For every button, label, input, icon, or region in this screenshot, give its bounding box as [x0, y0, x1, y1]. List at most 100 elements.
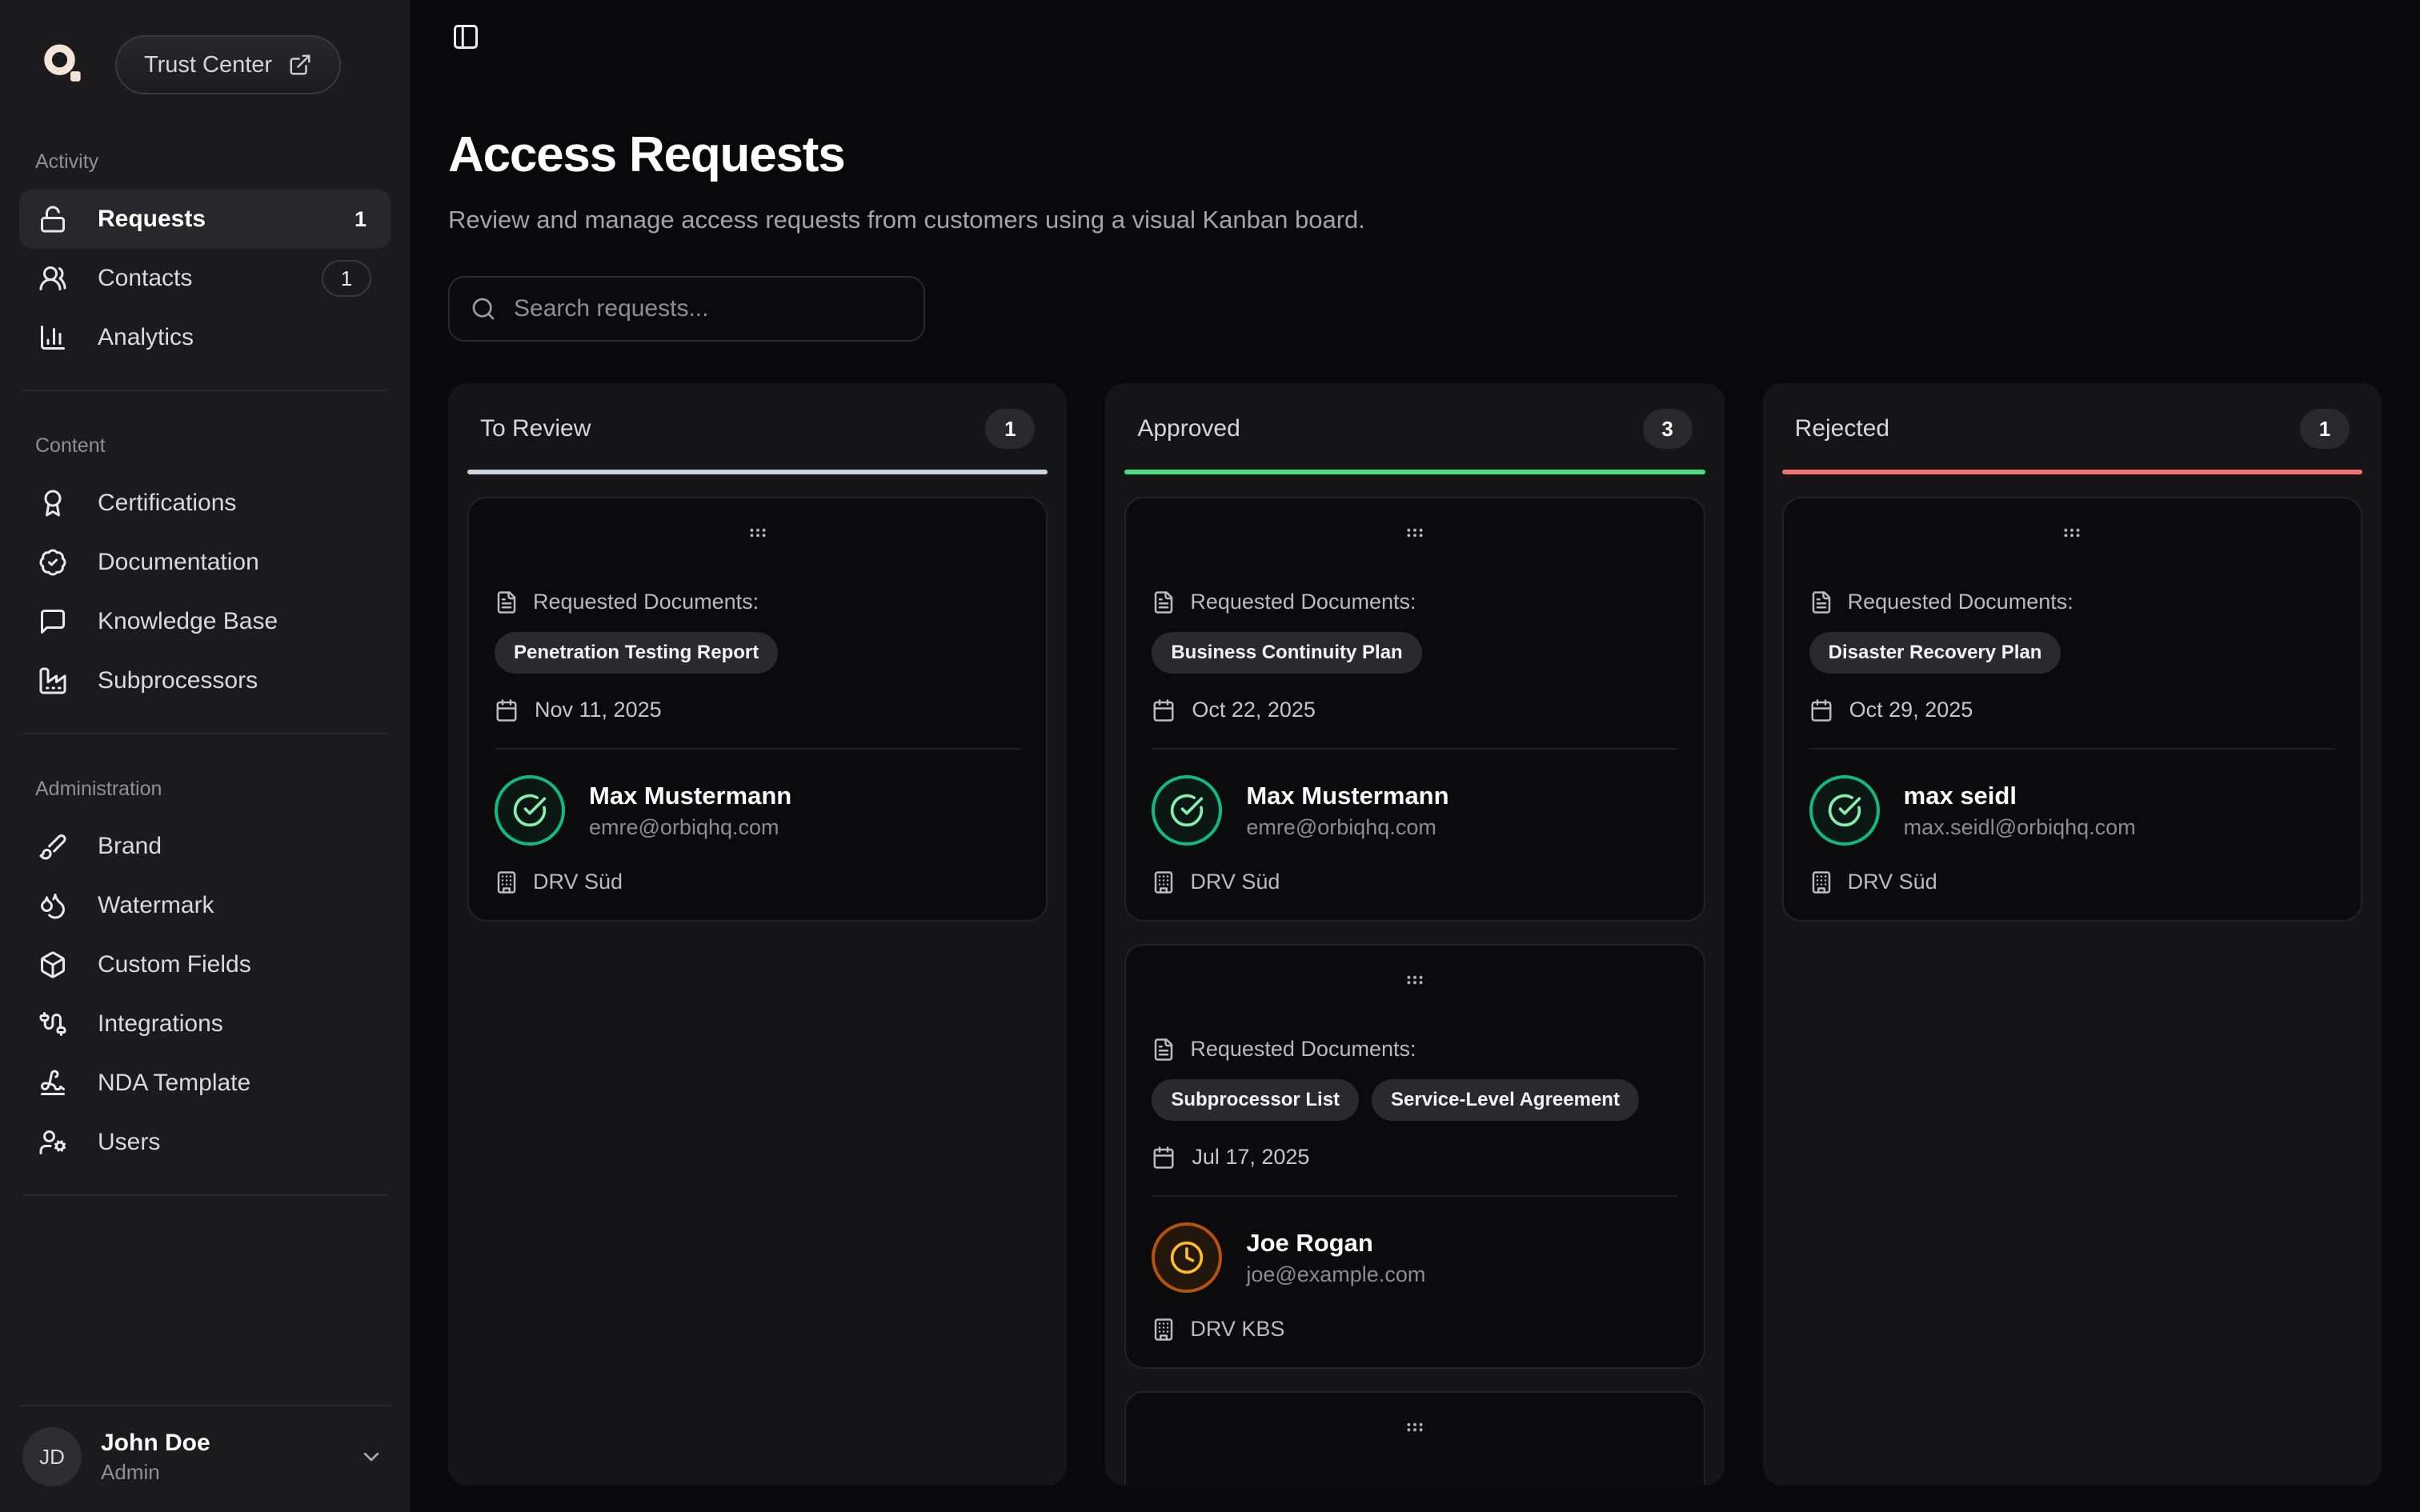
request-card[interactable]: Requested Documents: Disaster Recovery P…: [1782, 497, 2362, 922]
award-icon: [38, 489, 67, 518]
droplets-icon: [38, 891, 67, 920]
request-date: Oct 22, 2025: [1192, 698, 1316, 722]
column-count-badge: 3: [1643, 409, 1693, 449]
request-date: Oct 29, 2025: [1849, 698, 1973, 722]
search-input[interactable]: [514, 295, 903, 322]
column-header: Approved 3: [1105, 383, 1724, 470]
column-count-badge: 1: [2300, 409, 2350, 449]
request-card[interactable]: Requested Documents: Subprocessor ListSe…: [1124, 944, 1705, 1369]
sidebar-item-label: Integrations: [98, 1010, 371, 1038]
requested-documents-label: Requested Documents:: [1190, 590, 1416, 614]
requester-row: Max Mustermann emre@orbiqhq.com: [495, 775, 1020, 846]
sidebar-item-contacts[interactable]: Contacts 1: [19, 249, 391, 308]
status-avatar: [495, 775, 565, 846]
user-menu[interactable]: JD John Doe Admin: [19, 1405, 391, 1486]
main-content: Access Requests Review and manage access…: [410, 0, 2420, 1512]
sidebar-item-label: Certifications: [98, 490, 371, 517]
column-header: To Review 1: [448, 383, 1067, 470]
request-card[interactable]: Requested Documents: IT Contingency Plan…: [1124, 1391, 1705, 1486]
external-link-icon: [288, 53, 312, 77]
sidebar-item-subprocessors[interactable]: Subprocessors: [19, 651, 391, 710]
sidebar-item-nda-template[interactable]: NDA Template: [19, 1054, 391, 1113]
sidebar-item-brand[interactable]: Brand: [19, 817, 391, 876]
requested-documents-row: Requested Documents:: [1152, 590, 1677, 614]
signature-icon: [38, 1069, 67, 1098]
badge-check-icon: [38, 548, 67, 577]
document-chip: Penetration Testing Report: [495, 632, 778, 674]
section-divider: [22, 390, 387, 391]
building-icon: [1152, 870, 1176, 894]
calendar-icon: [495, 698, 519, 722]
sidebar-item-label: Contacts: [98, 265, 291, 292]
page-title: Access Requests: [448, 126, 2382, 183]
company-name: DRV Süd: [1190, 870, 1280, 894]
request-date-row: Nov 11, 2025: [495, 698, 1020, 722]
kanban-column-to-review: To Review 1 Requested Documents: Penetra…: [448, 383, 1067, 1486]
orbiq-logo-icon: [42, 43, 85, 86]
sidebar-item-requests[interactable]: Requests 1: [19, 190, 391, 249]
kanban-board: To Review 1 Requested Documents: Penetra…: [448, 383, 2382, 1486]
panel-left-icon: [451, 32, 480, 56]
sidebar-item-custom-fields[interactable]: Custom Fields: [19, 935, 391, 994]
sidebar-item-analytics[interactable]: Analytics: [19, 308, 391, 367]
building-icon: [1152, 1318, 1176, 1342]
sidebar-toggle-button[interactable]: [451, 22, 480, 51]
factory-icon: [38, 666, 67, 695]
column-title: To Review: [480, 415, 591, 442]
drag-handle-icon[interactable]: [2058, 522, 2085, 543]
requester-row: Max Mustermann emre@orbiqhq.com: [1152, 775, 1677, 846]
chevron-down-icon: [359, 1444, 384, 1470]
count-badge: 1: [322, 260, 371, 297]
drag-handle-icon[interactable]: [1401, 1417, 1428, 1438]
paintbrush-icon: [38, 832, 67, 861]
requester-name: Max Mustermann: [589, 782, 791, 810]
count-badge: 1: [355, 207, 371, 232]
building-icon: [1809, 870, 1833, 894]
sidebar-section: Administration Brand Watermark Custom Fi…: [19, 778, 391, 1196]
avatar: JD: [22, 1427, 82, 1486]
file-text-icon: [1809, 590, 1833, 614]
requester-email: emre@orbiqhq.com: [589, 815, 791, 840]
column-body: Requested Documents: Disaster Recovery P…: [1763, 474, 2382, 1486]
calendar-icon: [1809, 698, 1833, 722]
box-icon: [38, 950, 67, 979]
sidebar-item-knowledge-base[interactable]: Knowledge Base: [19, 592, 391, 651]
drag-handle-icon[interactable]: [744, 522, 771, 543]
request-card[interactable]: Requested Documents: Penetration Testing…: [467, 497, 1048, 922]
requester-name: max seidl: [1904, 782, 2136, 810]
sidebar-item-users[interactable]: Users: [19, 1113, 391, 1172]
circle-check-icon: [1827, 793, 1862, 828]
document-chips: Penetration Testing Report: [495, 632, 1020, 674]
request-date: Nov 11, 2025: [535, 698, 662, 722]
page-subtitle: Review and manage access requests from c…: [448, 206, 2382, 234]
column-header: Rejected 1: [1763, 383, 2382, 470]
company-row: DRV Süd: [1809, 870, 2335, 894]
cable-icon: [38, 1010, 67, 1038]
sidebar-item-integrations[interactable]: Integrations: [19, 994, 391, 1054]
column-body: Requested Documents: Business Continuity…: [1105, 474, 1724, 1486]
drag-handle-icon[interactable]: [1401, 970, 1428, 990]
sidebar-item-certifications[interactable]: Certifications: [19, 474, 391, 533]
file-text-icon: [1152, 590, 1176, 614]
card-divider: [495, 748, 1020, 750]
sidebar-item-documentation[interactable]: Documentation: [19, 533, 391, 592]
trust-center-button[interactable]: Trust Center: [115, 35, 341, 94]
document-chips: Subprocessor ListService-Level Agreement: [1152, 1079, 1677, 1121]
section-label: Content: [19, 434, 391, 458]
company-name: DRV Süd: [533, 870, 623, 894]
requested-documents-label: Requested Documents:: [533, 590, 759, 614]
sidebar-nav: Activity Requests 1 Contacts 1 Analytics…: [19, 98, 391, 1196]
sidebar: Trust Center Activity Requests 1 Contact…: [0, 0, 410, 1512]
sidebar-item-label: NDA Template: [98, 1070, 371, 1097]
status-avatar: [1809, 775, 1880, 846]
sidebar-item-watermark[interactable]: Watermark: [19, 876, 391, 935]
requested-documents-row: Requested Documents:: [495, 590, 1020, 614]
requester-name: Joe Rogan: [1246, 1229, 1425, 1258]
requested-documents-row: Requested Documents:: [1152, 1037, 1677, 1062]
request-card[interactable]: Requested Documents: Business Continuity…: [1124, 497, 1705, 922]
drag-handle-icon[interactable]: [1401, 522, 1428, 543]
trust-center-label: Trust Center: [144, 52, 272, 78]
sidebar-item-label: Analytics: [98, 324, 371, 351]
column-title: Approved: [1137, 415, 1240, 442]
document-chips: Disaster Recovery Plan: [1809, 632, 2335, 674]
